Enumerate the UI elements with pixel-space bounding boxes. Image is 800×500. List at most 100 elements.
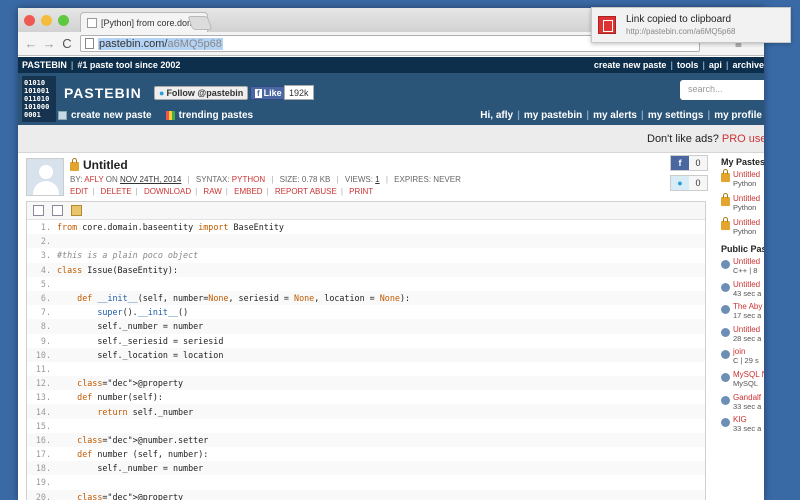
back-arrow-icon[interactable]: ← — [22, 36, 40, 51]
action-separator: | — [266, 187, 269, 196]
toggle-line-numbers-icon[interactable] — [33, 205, 44, 216]
window-controls — [24, 15, 69, 26]
globe-icon — [721, 395, 730, 405]
sidebar: My Pastes Untitled Python Untitled Python Un… — [721, 157, 764, 500]
code-line: 18. self._number = number — [27, 461, 705, 476]
public-paste-item[interactable]: MySQL N MySQL — [721, 370, 764, 393]
twitter-follow-button[interactable]: ● Follow @pastebin — [154, 86, 249, 100]
public-paste-item[interactable]: Untitled C++ | 8 — [721, 257, 764, 280]
code-line: 20. class="dec">@property — [27, 489, 705, 500]
raw-link[interactable]: RAW — [203, 187, 221, 196]
my-paste-title: Untitled — [733, 218, 761, 227]
public-paste-item[interactable]: The Aby 17 sec a — [721, 302, 764, 325]
report-abuse-link[interactable]: REPORT ABUSE — [275, 187, 337, 196]
code-text: self._number = number — [57, 321, 204, 332]
line-number: 20. — [35, 491, 51, 500]
topbar-tagline: #1 paste tool since 2002 — [77, 60, 181, 70]
greeting-link[interactable]: Hi, afly — [480, 110, 513, 121]
paste-author-link[interactable]: AFLY — [84, 175, 103, 184]
code-text: class="dec">@property — [77, 491, 184, 500]
facebook-share-button[interactable]: f 0 — [670, 155, 708, 171]
my-paste-item[interactable]: Untitled Python — [721, 169, 764, 190]
select-all-icon[interactable] — [52, 205, 63, 216]
public-paste-item[interactable]: Untitled 28 sec a — [721, 325, 764, 348]
my-profile-link[interactable]: my profile — [714, 110, 762, 121]
topbar-link-api[interactable]: api — [709, 60, 722, 70]
public-paste-item[interactable]: Untitled 43 sec a — [721, 280, 764, 303]
code-line: 3. #this is a plain poco object — [27, 248, 705, 262]
public-paste-item[interactable]: Gandalf 33 sec a — [721, 393, 764, 416]
menu-separator: | — [641, 110, 644, 121]
trending-pastes-link[interactable]: trending pastes — [165, 110, 254, 121]
minimize-window-button[interactable] — [41, 15, 52, 26]
facebook-like-button[interactable]: f Like — [250, 86, 287, 100]
line-number: 5. — [40, 278, 51, 289]
reload-icon[interactable]: C — [58, 36, 76, 51]
code-line: 12. class="dec">@property — [27, 376, 705, 391]
topbar-link-tools[interactable]: tools — [677, 60, 699, 70]
my-alerts-link[interactable]: my alerts — [593, 110, 637, 121]
zoom-window-button[interactable] — [58, 15, 69, 26]
code-text: def __init__(self, number=None, seriesid… — [77, 293, 411, 304]
pro-users-link[interactable]: PRO users — [722, 133, 764, 145]
forward-arrow-icon[interactable]: → — [40, 36, 58, 51]
topbar-brand[interactable]: PASTEBIN — [22, 60, 67, 70]
globe-icon — [721, 260, 730, 269]
menu-separator: | — [707, 110, 711, 121]
clipboard-notification[interactable]: Link copied to clipboard http://pastebin… — [591, 7, 791, 43]
new-tab-button[interactable] — [187, 16, 213, 30]
copy-clipboard-icon[interactable] — [71, 205, 82, 216]
globe-icon — [721, 305, 730, 315]
action-separator: | — [92, 187, 95, 196]
code-text: self._location = location — [57, 349, 224, 360]
public-paste-item[interactable]: KIG 33 sec a — [721, 415, 764, 438]
delete-link[interactable]: DELETE — [101, 187, 132, 196]
public-paste-item[interactable]: join C | 29 s — [721, 347, 764, 370]
code-lines[interactable]: 1. from core.domain.baseentity import Bas… — [27, 220, 705, 500]
download-link[interactable]: DOWNLOAD — [144, 187, 191, 196]
my-pastebin-link[interactable]: my pastebin — [524, 110, 582, 121]
code-text: class="dec">@property — [77, 378, 184, 389]
my-settings-link[interactable]: my settings — [648, 110, 704, 121]
meta-views-label: VIEWS: — [344, 175, 373, 184]
code-text: from core.domain.baseentity import BaseE… — [57, 222, 284, 233]
paste-size: SIZE: 0.78 KB — [279, 175, 331, 184]
topbar-link-archive[interactable]: archive — [732, 60, 764, 70]
menu-separator: | — [586, 110, 590, 121]
notification-title: Link copied to clipboard — [626, 14, 732, 25]
avatar[interactable] — [26, 158, 64, 196]
paste-date: NOV 24TH, 2014 — [119, 175, 182, 184]
my-paste-item[interactable]: Untitled Python — [721, 217, 764, 238]
paste-syntax-link[interactable]: PYTHON — [232, 175, 265, 184]
code-text: #this is a plain poco object — [57, 250, 199, 261]
like-label: Like — [263, 88, 282, 98]
print-link[interactable]: PRINT — [349, 187, 373, 196]
code-text: return self._number — [97, 406, 194, 417]
action-separator: | — [135, 187, 138, 196]
trending-pastes-label: trending pastes — [178, 110, 254, 121]
lock-icon — [70, 157, 79, 171]
my-pastes-list: Untitled Python Untitled Python Untitled Pyth… — [721, 169, 764, 238]
follow-label: Follow @pastebin — [166, 88, 244, 98]
my-paste-item[interactable]: Untitled Python — [721, 193, 764, 214]
code-text: super().__init__() — [97, 307, 189, 318]
close-window-button[interactable] — [24, 15, 35, 26]
line-number: 17. — [35, 449, 51, 460]
line-number: 9. — [40, 335, 51, 346]
search-input[interactable]: search... — [680, 80, 764, 100]
meta-separator: | — [187, 175, 190, 184]
lock-icon — [721, 217, 730, 230]
twitter-share-button[interactable]: ● 0 — [670, 175, 708, 191]
embed-link[interactable]: EMBED — [234, 187, 262, 196]
topbar-separator: | — [70, 60, 74, 70]
action-separator: | — [340, 187, 343, 196]
logo-text[interactable]: PASTEBIN — [64, 85, 142, 101]
topbar-link-create[interactable]: create new paste — [594, 60, 667, 70]
edit-link[interactable]: EDIT — [70, 187, 88, 196]
like-count: 192k — [284, 85, 314, 100]
code-line: 14. return self._number — [27, 404, 705, 419]
public-paste-info: C++ | 8 — [733, 266, 758, 275]
create-new-paste-link[interactable]: create new paste — [58, 110, 152, 121]
paste-title: Untitled — [83, 158, 128, 172]
line-number: 6. — [40, 293, 51, 304]
